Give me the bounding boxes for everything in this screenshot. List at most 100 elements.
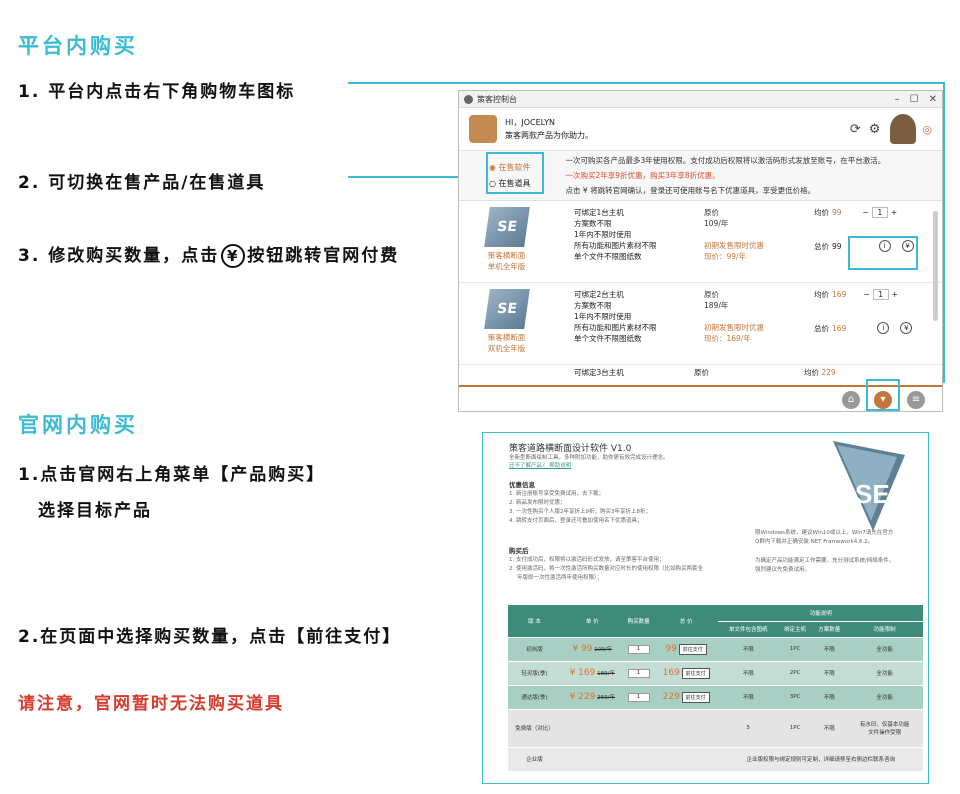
cell-total: 229: [662, 691, 680, 702]
cell-sheets: 不限: [718, 637, 779, 662]
pay-button[interactable]: 前往支付: [681, 667, 710, 679]
offer-item: 1. 新注册账号享受免费试用，去下载；: [509, 491, 604, 497]
orig-price: 109/年: [704, 219, 729, 228]
req-line: 为确定产品功能满足工作需要，充分测试系统/网络条件，: [755, 558, 895, 564]
orig-label: 原价: [704, 290, 719, 299]
table-row-free: 免费版（对比） 5 1PC 不限 有水印、仅基本功能 文件操作受限: [508, 709, 923, 748]
product-logo: SE: [483, 289, 530, 329]
cell-version: 初岚版: [508, 637, 562, 662]
web-title: 策客道路横断面设计软件 V1.0: [509, 444, 632, 454]
step-3-text: 3. 修改购买数量，点击 ¥ 按钮跳转官网付费: [18, 241, 399, 268]
scrollbar[interactable]: [933, 211, 938, 321]
mascot-icon: [890, 114, 917, 144]
web-step-1b: 选择目标产品: [38, 501, 152, 521]
pay-button[interactable]: 前往支付: [678, 643, 707, 655]
feature: 可绑定1台主机: [574, 208, 624, 217]
qty-minus[interactable]: −: [863, 289, 869, 300]
feature: 所有功能和图片素材不限: [574, 323, 657, 332]
total-price: 169: [832, 323, 847, 333]
gift-icon[interactable]: ⌂: [842, 391, 860, 409]
gear-icon[interactable]: ⚙: [869, 122, 881, 137]
maximize-icon[interactable]: ☐: [910, 94, 919, 105]
cell-price: ¥ 169: [569, 668, 596, 678]
qty-input[interactable]: 1: [872, 289, 889, 300]
highlight-pay-buttons: [848, 236, 918, 270]
target-icon[interactable]: ◎: [922, 123, 932, 136]
avg-label: 均价: [804, 368, 819, 377]
qty-input[interactable]: 1: [627, 644, 650, 654]
qty-input[interactable]: 1: [871, 207, 888, 218]
cell-host: 1PC: [778, 637, 813, 662]
qty-plus[interactable]: +: [892, 289, 898, 300]
total-price: 99: [832, 241, 842, 251]
refresh-icon[interactable]: ⟳: [850, 122, 861, 137]
feature: 方案数不限: [574, 219, 612, 228]
yen-pay-icon[interactable]: ¥: [900, 322, 913, 334]
th-total: 总 价: [653, 605, 719, 638]
pay-button[interactable]: 前往支付: [681, 691, 710, 703]
minimize-icon[interactable]: –: [895, 94, 900, 105]
qty-minus[interactable]: −: [863, 207, 869, 218]
website-panel: 策客道路横断面设计软件 V1.0 全新型断面绘制工具，多种附加功能，助你更有效完…: [482, 432, 929, 784]
web-step-1a: 1.点击官网右上角菜单【产品购买】: [18, 465, 326, 485]
close-icon[interactable]: ✕: [929, 94, 937, 105]
web-sub-1: 全新型断面绘制工具，多种附加功能，助你更有效完成设计理念。: [509, 455, 669, 461]
cell-plans: 不限: [812, 637, 847, 662]
cell-limit: 全功能: [846, 685, 923, 710]
greeting-sub: 策客两款产品为你助力。: [505, 131, 593, 140]
connector-line-1: [348, 82, 943, 84]
greeting-bar: HI，JOCELYN 策客两款产品为你助力。 ⟳ ⚙ ◎: [459, 108, 942, 151]
th-version: 版 本: [508, 605, 562, 638]
list-icon[interactable]: ≡: [907, 391, 925, 409]
cell-orig: 109/年: [594, 647, 613, 653]
offer-item: 2. 新品发布限时优惠；: [509, 500, 566, 506]
product-name: 策客横断面 双机全年版: [487, 333, 526, 353]
window-title: 策客控制台: [477, 94, 517, 104]
feature: 可绑定2台主机: [574, 290, 624, 299]
cell-limit: 全功能: [846, 637, 923, 662]
avg-price: 169: [832, 290, 847, 299]
cell-sheets: 5: [718, 709, 779, 748]
after-item: 1. 支付成功后，权限将以激活码形式发放，请至策客平台使用；: [509, 557, 665, 563]
qty-plus[interactable]: +: [891, 207, 897, 218]
cell-orig: 189/年: [597, 671, 615, 677]
cell-plans: 不限: [812, 709, 847, 748]
after-item: 年版即一次性激活两年使用权限）；: [517, 575, 603, 581]
th-hosts: 绑定主机: [778, 621, 813, 638]
th-sheets: 单文件包含图纸: [718, 621, 779, 638]
th-features: 功能说明: [718, 605, 923, 622]
section-title-website: 官网内购买: [18, 413, 138, 437]
product-name: 策客横断面 单机全年版: [487, 251, 526, 271]
qty-input[interactable]: 1: [627, 668, 650, 678]
cell-host: 2PC: [778, 661, 813, 686]
total-label: 总价: [814, 323, 829, 333]
step-3-text-a: 3. 修改购买数量，点击: [18, 246, 220, 266]
cell-note: 企业版权限与绑定规则可定制，详细请移至右侧边栏联系咨询: [718, 747, 923, 772]
product-logo: SE: [483, 207, 530, 247]
help-link[interactable]: 还不了解产品？ 帮助说明: [509, 462, 669, 470]
table-row: 轻灵版(季) ¥ 169 189/年 1 169 前往支付 不限 2PC 不限 …: [508, 661, 923, 686]
section-title-platform: 平台内购买: [18, 34, 138, 58]
cell-orig: 259/年: [597, 695, 615, 701]
promo-price: 现价：169/年: [704, 334, 751, 343]
table-row-enterprise: 企业版 企业版权限与绑定规则可定制，详细请移至右侧边栏联系咨询: [508, 747, 923, 772]
orig-label: 原价: [694, 368, 709, 377]
web-sub: 全新型断面绘制工具，多种附加功能，助你更有效完成设计理念。 还不了解产品？ 帮助…: [509, 454, 669, 470]
window-titlebar: 策客控制台 – ☐ ✕: [459, 91, 942, 108]
th-plans: 方案数量: [812, 621, 847, 638]
cell-version: 通达版(季): [508, 685, 562, 710]
warning-text: 请注意，官网暂时无法购买道具: [18, 694, 284, 714]
cell-plans: 不限: [812, 661, 847, 686]
promo-label: 初期发售限时优惠: [704, 323, 764, 332]
cell-price: ¥ 229: [569, 692, 596, 702]
avatar[interactable]: [469, 115, 497, 143]
promo-price: 现价：99/年: [704, 252, 747, 261]
cell-version: 企业版: [508, 747, 562, 772]
cell-host: 3PC: [778, 685, 813, 710]
info-icon[interactable]: i: [877, 322, 890, 334]
cell-total: 169: [662, 667, 680, 678]
connector-line-1-v: [943, 82, 945, 382]
qty-input[interactable]: 1: [627, 692, 650, 702]
desc-line-1: 一次可购买各产品最多3年使用权限。支付成功后权限将以激活码形式发放至账号，在平台…: [565, 156, 886, 165]
cell-version: 免费版（对比）: [508, 709, 562, 748]
